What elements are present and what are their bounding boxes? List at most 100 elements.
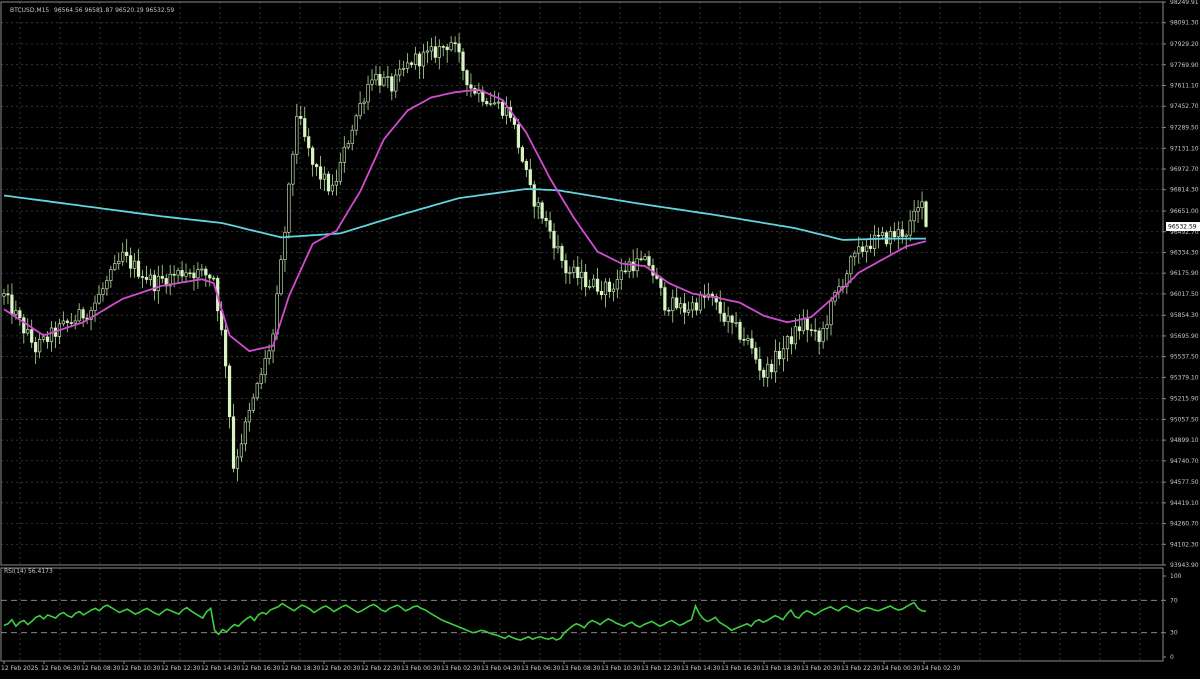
time-axis[interactable]: 12 Feb 2025 12 Feb 06:30 12 Feb 08:30 12 Fe… bbox=[1, 661, 961, 672]
candle-body bbox=[623, 270, 627, 273]
rsi-axis[interactable]: 100 70 30 0 bbox=[1163, 573, 1182, 661]
candle-body bbox=[821, 328, 825, 342]
candle-body bbox=[813, 329, 817, 332]
candle-body bbox=[639, 258, 643, 261]
candle-body bbox=[857, 246, 861, 254]
candle-body bbox=[817, 330, 821, 342]
candle-body bbox=[789, 336, 794, 345]
candle-body bbox=[592, 278, 596, 287]
candle-body bbox=[192, 272, 196, 279]
candle-body bbox=[825, 324, 829, 329]
candle-body bbox=[659, 278, 663, 288]
moving-average-slow-line bbox=[3, 188, 926, 241]
candle-body bbox=[2, 293, 6, 297]
candle-body bbox=[762, 369, 766, 378]
price-tick-label: 96972.70 bbox=[1170, 166, 1199, 173]
candle-body bbox=[259, 374, 263, 384]
candle-body bbox=[540, 202, 544, 219]
candle-body bbox=[231, 416, 236, 469]
time-tick-label: 13 Feb 14:30 bbox=[681, 665, 721, 672]
candle-body bbox=[453, 42, 457, 45]
candle-body bbox=[647, 256, 651, 266]
rsi-tick-label: 100 bbox=[1170, 573, 1182, 580]
time-tick-label: 13 Feb 16:30 bbox=[721, 665, 761, 672]
price-axis[interactable]: 98249.91 98091.30 97929.20 97769.90 97611.10… bbox=[1163, 0, 1199, 569]
candle-body bbox=[184, 272, 188, 277]
rsi-tick-label: 0 bbox=[1170, 654, 1174, 661]
price-tick-label: 96651.00 bbox=[1170, 208, 1199, 215]
candle-body bbox=[196, 269, 200, 279]
candle-body bbox=[109, 269, 113, 281]
candle-body bbox=[208, 274, 212, 279]
candle-body bbox=[849, 256, 853, 275]
price-tick-label: 94419.10 bbox=[1170, 500, 1199, 507]
candle-body bbox=[524, 161, 528, 170]
candle-body bbox=[580, 271, 584, 278]
candle-body bbox=[81, 309, 85, 319]
candle-body bbox=[287, 183, 291, 233]
candle-body bbox=[406, 62, 410, 69]
candle-body bbox=[144, 277, 149, 280]
candle-body bbox=[619, 270, 623, 280]
candle-body bbox=[374, 74, 378, 81]
candle-body bbox=[318, 166, 323, 180]
candle-body bbox=[417, 53, 422, 67]
candle-body bbox=[433, 46, 437, 58]
candle-body bbox=[904, 234, 908, 237]
candle-body bbox=[536, 202, 540, 207]
candle-body bbox=[805, 318, 809, 330]
time-tick-label: 13 Feb 00:30 bbox=[401, 665, 441, 672]
candle-body bbox=[235, 456, 240, 469]
candle-body bbox=[663, 287, 667, 311]
trading-chart[interactable]: 98249.91 98091.30 97929.20 97769.90 97611.10… bbox=[0, 0, 1200, 675]
candle-body bbox=[338, 162, 342, 182]
candle-body bbox=[679, 303, 683, 309]
candle-body bbox=[869, 245, 873, 249]
rsi-panel-grid bbox=[19, 568, 1141, 661]
price-tick-label: 96814.30 bbox=[1170, 187, 1199, 194]
candle-body bbox=[457, 43, 461, 53]
candle-body bbox=[489, 103, 493, 105]
candle-body bbox=[853, 252, 857, 258]
candle-body bbox=[409, 62, 414, 65]
candle-body bbox=[797, 326, 801, 332]
candle-body bbox=[113, 263, 117, 270]
candle-body bbox=[41, 336, 46, 340]
price-tick-label: 94102.30 bbox=[1170, 541, 1199, 548]
candle-body bbox=[303, 118, 307, 137]
candle-body bbox=[394, 74, 398, 92]
candle-body bbox=[924, 201, 928, 227]
last-price-tag-label: 96532.59 bbox=[1168, 224, 1197, 231]
candle-body bbox=[865, 245, 869, 252]
time-tick-label: 12 Feb 2025 bbox=[1, 665, 39, 672]
candle-body bbox=[267, 350, 271, 359]
candle-body bbox=[683, 303, 687, 313]
price-tick-label: 96017.50 bbox=[1170, 291, 1199, 298]
candle-body bbox=[876, 234, 881, 237]
price-tick-label: 97131.10 bbox=[1170, 145, 1199, 152]
candle-body bbox=[10, 294, 14, 315]
candle-body bbox=[421, 51, 426, 67]
candle-body bbox=[528, 169, 532, 186]
candle-body bbox=[6, 293, 10, 296]
candle-body bbox=[330, 184, 335, 192]
candle-body bbox=[121, 251, 125, 262]
candle-body bbox=[65, 320, 69, 323]
time-tick-label: 13 Feb 18:30 bbox=[761, 665, 801, 672]
candle-body bbox=[793, 326, 798, 345]
price-tick-label: 95057.50 bbox=[1170, 416, 1199, 423]
candle-body bbox=[595, 278, 600, 292]
candle-body bbox=[888, 231, 892, 245]
candle-body bbox=[140, 276, 145, 278]
candle-body bbox=[675, 297, 679, 309]
time-tick-label: 13 Feb 06:30 bbox=[521, 665, 561, 672]
time-tick-label: 14 Feb 00:30 bbox=[881, 665, 921, 672]
candle-body bbox=[22, 317, 26, 334]
chart-canvas[interactable]: 98249.91 98091.30 97929.20 97769.90 97611.10… bbox=[0, 0, 1200, 675]
candle-body bbox=[73, 320, 77, 324]
candle-body bbox=[69, 322, 73, 324]
time-tick-label: 12 Feb 06:30 bbox=[41, 665, 81, 672]
time-tick-label: 12 Feb 22:30 bbox=[361, 665, 401, 672]
candle-body bbox=[718, 301, 722, 314]
candle-body bbox=[366, 84, 370, 103]
